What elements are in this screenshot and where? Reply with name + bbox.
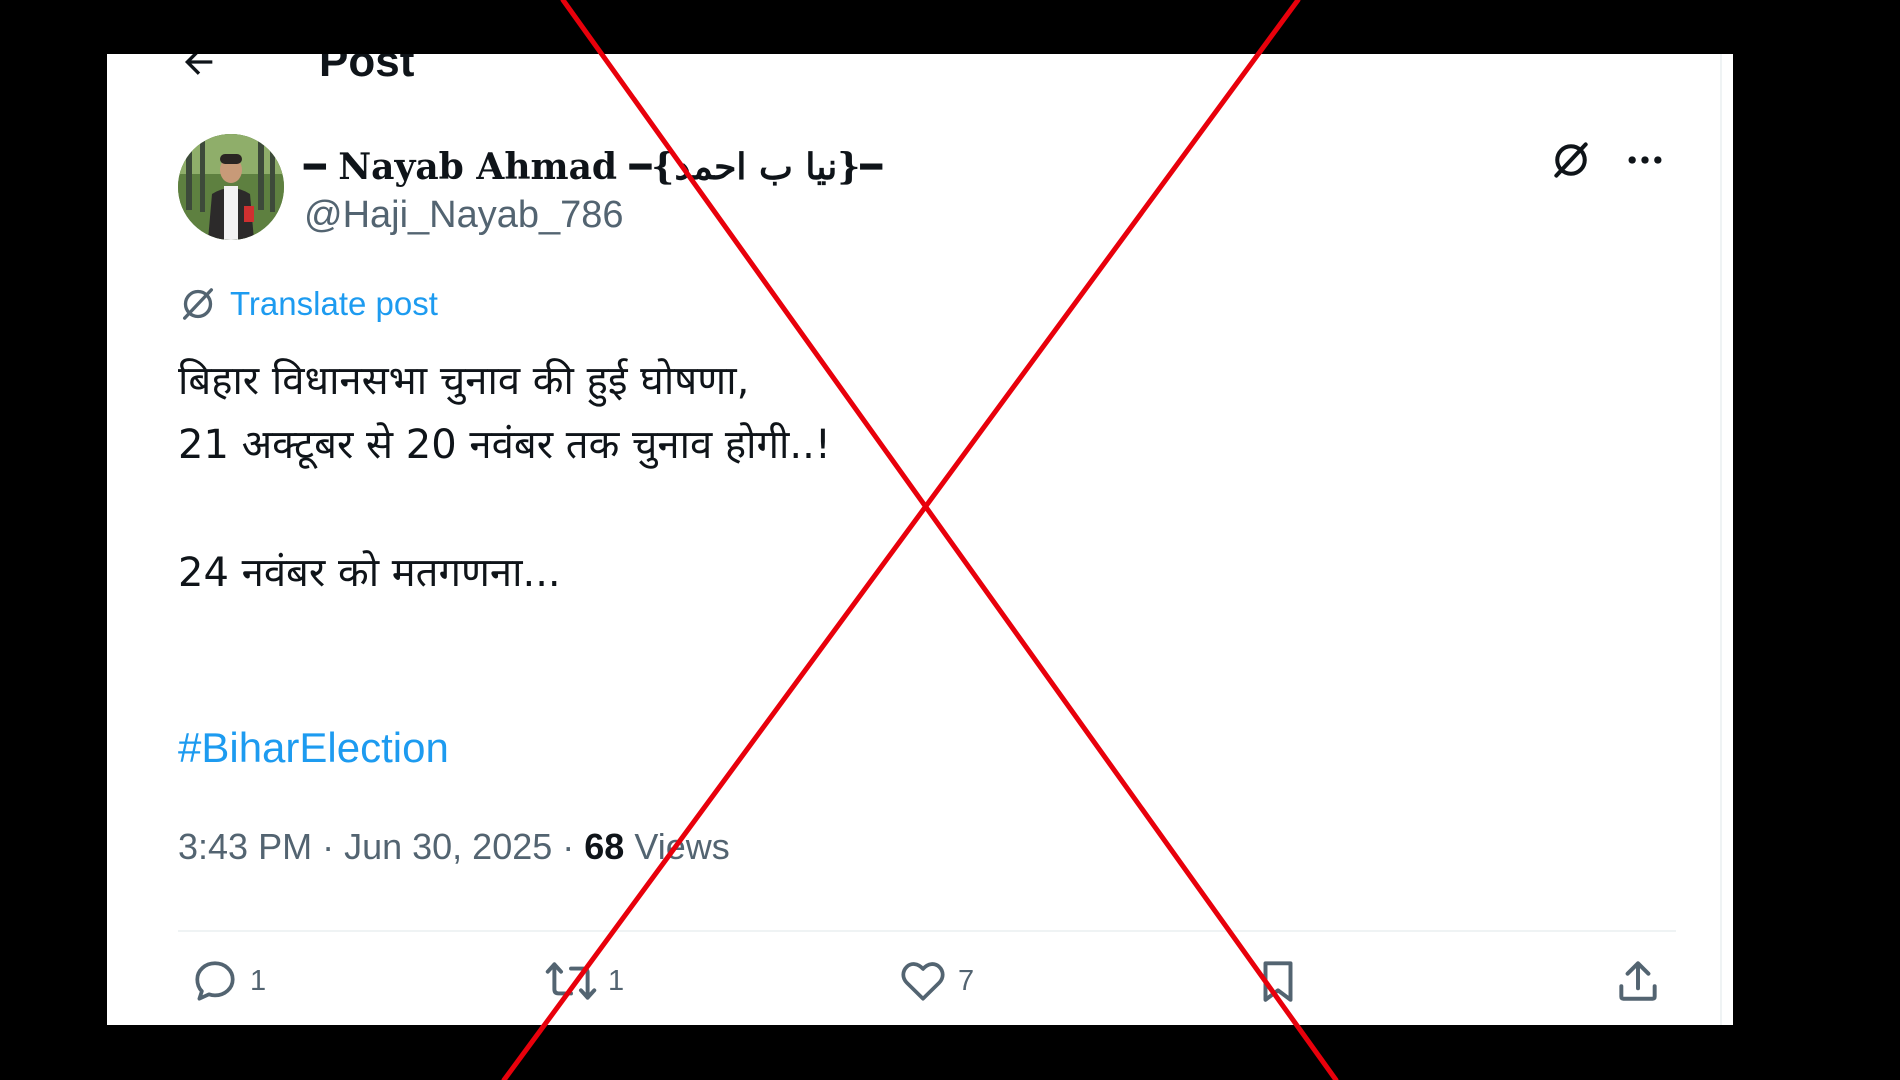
avatar[interactable] (178, 134, 284, 240)
repost-button[interactable]: 1 (544, 956, 624, 1006)
reply-icon (195, 961, 235, 1001)
views-count: 68 (584, 826, 625, 867)
translate-label: Translate post (230, 285, 438, 322)
views-label: Views (634, 826, 730, 867)
post-card: Post ━ Nayab Ahmad ━{نیا ب احمد}━ @Haji_… (107, 54, 1733, 1025)
bookmark-button[interactable] (1253, 956, 1303, 1006)
card-border (1720, 54, 1722, 1025)
repost-count: 1 (608, 964, 625, 997)
post-text: बिहार विधानसभा चुनाव की हुई घोषणा, 21 अक… (178, 349, 1628, 605)
post-line: 24 नवंबर को मतगणना... (178, 550, 561, 596)
share-icon (1619, 961, 1657, 1001)
post-line: 21 अक्टूबर से 20 नवंबर तक चुनाव होगी..! (178, 422, 831, 468)
user-handle[interactable]: @Haji_Nayab_786 (304, 194, 882, 237)
post-date[interactable]: Jun 30, 2025 (344, 826, 552, 867)
repost-icon (545, 962, 597, 1000)
back-arrow-icon[interactable] (177, 54, 221, 84)
like-count: 7 (958, 964, 975, 997)
post-header: Post (177, 54, 414, 92)
author-text: ━ Nayab Ahmad ━{نیا ب احمد}━ @Haji_Nayab… (304, 144, 882, 237)
author-block: ━ Nayab Ahmad ━{نیا ب احمد}━ @Haji_Nayab… (178, 134, 882, 240)
grok-icon[interactable] (1547, 136, 1595, 184)
post-time[interactable]: 3:43 PM (178, 826, 312, 867)
post-meta: 3:43 PM · Jun 30, 2025 · 68 Views (178, 826, 730, 868)
bookmark-icon (1263, 961, 1293, 1002)
meta-separator: · (312, 826, 345, 867)
hashtag-link[interactable]: #BiharElection (178, 724, 449, 772)
translate-post[interactable]: Translate post (178, 284, 438, 324)
translate-icon (183, 288, 213, 320)
share-button[interactable] (1613, 956, 1663, 1006)
reply-button[interactable]: 1 (190, 956, 266, 1006)
like-icon (901, 962, 945, 1001)
post-gap (178, 477, 1628, 541)
post-line: बिहार विधानसभा चुनाव की हुई घोषणा, (178, 358, 750, 404)
like-button[interactable]: 7 (898, 956, 974, 1006)
divider-top (178, 930, 1676, 932)
meta-separator: · (552, 826, 585, 867)
action-bar: 1 1 7 (178, 934, 1676, 1025)
more-icon[interactable] (1621, 136, 1669, 184)
top-actions (1547, 136, 1669, 184)
page-title: Post (319, 54, 415, 86)
reply-count: 1 (250, 964, 267, 997)
display-name[interactable]: ━ Nayab Ahmad ━{نیا ب احمد}━ (304, 144, 882, 190)
